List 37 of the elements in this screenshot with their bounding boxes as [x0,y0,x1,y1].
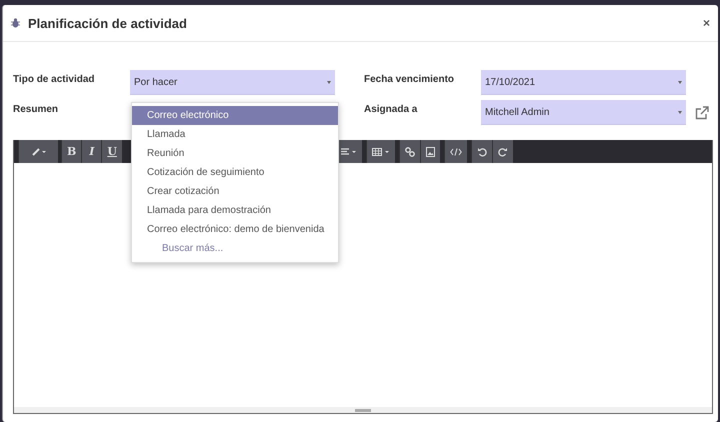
image-icon [426,146,435,156]
search-more-link[interactable]: Buscar más... [132,239,338,258]
code-button[interactable] [444,140,467,163]
dropdown-option[interactable]: Llamada para demostración [132,201,338,220]
redo-button[interactable] [492,140,513,163]
table-icon [372,148,390,156]
dropdown-option[interactable]: Reunión [132,144,338,163]
dropdown-option[interactable]: Crear cotización [132,182,338,201]
redo-icon [498,146,508,156]
resize-handle[interactable] [355,409,371,412]
undo-button[interactable] [470,140,492,163]
dropdown-option[interactable]: Correo electrónico: demo de bienvenida [132,220,338,239]
close-button[interactable]: × [702,16,710,30]
code-icon [450,148,462,156]
link-button[interactable] [398,140,420,163]
format-button[interactable]: B [61,140,82,163]
link-icon [404,146,415,156]
dropdown-option[interactable]: Correo electrónico [132,106,338,125]
undo-icon [476,146,487,156]
image-button[interactable] [420,140,440,163]
format-button[interactable]: I [81,140,102,163]
activity-type-select[interactable]: Por hacer [130,70,335,95]
external-link-icon[interactable] [695,106,709,120]
dialog-title: Planificación de actividad [28,16,187,30]
align-icon [340,148,357,156]
bug-icon [11,18,20,28]
field-label: Tipo de actividad [13,73,96,85]
assignee-select[interactable]: Mitchell Admin [481,100,686,125]
format-button[interactable]: U [101,140,122,163]
brush-icon [32,148,46,156]
style-button[interactable] [18,140,58,163]
field-label: Resumen [13,103,60,115]
date-select[interactable]: 17/10/2021 [481,70,686,95]
table-button[interactable] [366,140,395,163]
field-label: Asignada a [364,103,418,115]
dropdown-option[interactable]: Cotización de seguimiento [132,163,338,182]
field-label: Fecha vencimiento [364,73,456,85]
